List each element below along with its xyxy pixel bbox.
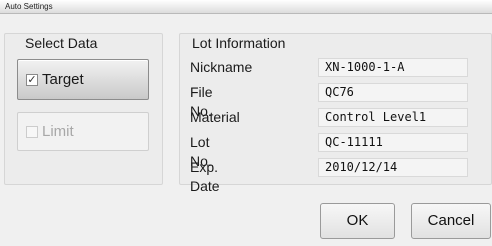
material-label: Material	[190, 109, 240, 125]
select-data-panel: Select Data ✓ Target Limit	[4, 33, 163, 185]
exp-date-value: 2010/12/14	[318, 158, 468, 177]
material-value: Control Level1	[318, 108, 468, 127]
target-label: Target	[42, 71, 84, 88]
limit-label: Limit	[42, 123, 74, 140]
file-no-value: QC76	[318, 83, 468, 102]
target-checkbox-icon: ✓	[26, 73, 38, 86]
nickname-value: XN-1000-1-A	[318, 58, 468, 77]
target-toggle-button[interactable]: ✓ Target	[17, 59, 149, 100]
nickname-label: Nickname	[190, 59, 253, 75]
limit-toggle-button: Limit	[17, 112, 149, 151]
cancel-button[interactable]: Cancel	[411, 203, 491, 239]
select-data-heading: Select Data	[25, 35, 98, 51]
limit-checkbox-icon	[26, 125, 38, 138]
window-title: Auto Settings	[0, 0, 492, 14]
lot-information-heading: Lot Information	[192, 35, 286, 51]
ok-button[interactable]: OK	[320, 203, 395, 239]
lot-no-value: QC-11111	[318, 133, 468, 152]
lot-information-panel: Lot Information Nickname XN-1000-1-A Fil…	[179, 33, 492, 194]
exp-date-label: Exp. Date	[190, 159, 220, 194]
